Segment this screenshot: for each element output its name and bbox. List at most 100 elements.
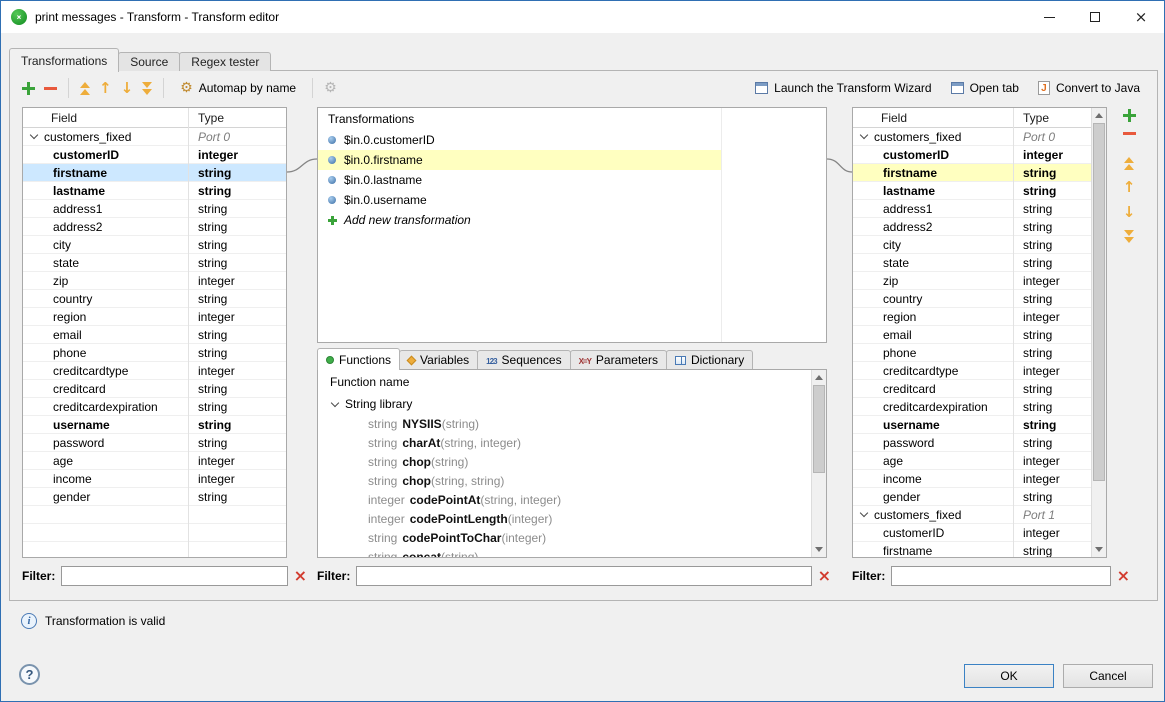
function-item[interactable]: integercodePointAt(string, integer): [318, 490, 826, 509]
chevron-down-icon[interactable]: [30, 131, 38, 139]
table-row[interactable]: creditcardstring: [853, 380, 1106, 398]
table-row[interactable]: usernamestring: [23, 416, 286, 434]
function-item[interactable]: stringconcat(string): [318, 547, 826, 558]
tree-node-port0[interactable]: customers_fixed Port 0: [853, 128, 1106, 146]
clear-filter-icon[interactable]: ×: [294, 568, 307, 584]
scroll-up-icon[interactable]: [812, 370, 826, 385]
transformation-item[interactable]: $in.0.username: [318, 190, 826, 210]
function-item[interactable]: stringNYSIIS(string): [318, 414, 826, 433]
transformation-item[interactable]: $in.0.customerID: [318, 130, 826, 150]
move-top-icon[interactable]: [1124, 157, 1134, 170]
table-row[interactable]: citystring: [23, 236, 286, 254]
tab-regex-tester[interactable]: Regex tester: [179, 52, 271, 71]
tab-variables[interactable]: Variables: [399, 350, 478, 369]
table-row[interactable]: citystring: [853, 236, 1106, 254]
table-row[interactable]: creditcardtypeinteger: [23, 362, 286, 380]
table-row[interactable]: customerIDinteger: [853, 146, 1106, 164]
table-row[interactable]: phonestring: [23, 344, 286, 362]
table-row[interactable]: lastnamestring: [23, 182, 286, 200]
maximize-button[interactable]: [1072, 1, 1118, 33]
chevron-down-icon[interactable]: [860, 509, 868, 517]
table-row[interactable]: creditcardstring: [23, 380, 286, 398]
open-tab-button[interactable]: Open tab: [946, 79, 1024, 97]
automap-button[interactable]: ⚙ Automap by name: [175, 79, 301, 97]
tab-sequences[interactable]: Sequences: [477, 350, 570, 369]
move-top-icon[interactable]: [80, 82, 90, 95]
table-row[interactable]: emailstring: [853, 326, 1106, 344]
scroll-down-icon[interactable]: [812, 542, 826, 557]
transformation-item[interactable]: $in.0.lastname: [318, 170, 826, 190]
table-row[interactable]: customerIDinteger: [853, 524, 1106, 542]
table-row[interactable]: address2string: [853, 218, 1106, 236]
remove-field-icon[interactable]: [1123, 132, 1136, 135]
table-row[interactable]: address1string: [23, 200, 286, 218]
transformation-item-highlighted[interactable]: $in.0.firstname: [318, 150, 826, 170]
table-row[interactable]: firstnamestring: [853, 542, 1106, 558]
help-button[interactable]: ?: [19, 664, 40, 685]
scroll-down-icon[interactable]: [1092, 542, 1106, 557]
tree-node-port1[interactable]: customers_fixed Port 1: [853, 506, 1106, 524]
table-row[interactable]: incomeinteger: [853, 470, 1106, 488]
table-row[interactable]: ageinteger: [853, 452, 1106, 470]
function-item[interactable]: stringchop(string): [318, 452, 826, 471]
ok-button[interactable]: OK: [964, 664, 1054, 688]
table-row[interactable]: statestring: [23, 254, 286, 272]
close-button[interactable]: ×: [1118, 1, 1164, 33]
table-row[interactable]: phonestring: [853, 344, 1106, 362]
filter-input[interactable]: [356, 566, 811, 586]
table-row[interactable]: emailstring: [23, 326, 286, 344]
table-row[interactable]: usernamestring: [853, 416, 1106, 434]
function-item[interactable]: stringcodePointToChar(integer): [318, 528, 826, 547]
scroll-up-icon[interactable]: [1092, 108, 1106, 123]
clear-filter-icon[interactable]: ×: [1117, 568, 1130, 584]
move-up-icon[interactable]: ↑: [1123, 180, 1136, 195]
table-row[interactable]: genderstring: [23, 488, 286, 506]
table-row[interactable]: countrystring: [853, 290, 1106, 308]
table-row[interactable]: regioninteger: [853, 308, 1106, 326]
table-row[interactable]: creditcardexpirationstring: [23, 398, 286, 416]
table-row[interactable]: regioninteger: [23, 308, 286, 326]
tab-source[interactable]: Source: [118, 52, 180, 71]
table-row[interactable]: creditcardtypeinteger: [853, 362, 1106, 380]
move-bottom-icon[interactable]: [142, 82, 152, 95]
tab-functions[interactable]: Functions: [317, 348, 400, 370]
tree-node-port0[interactable]: customers_fixed Port 0: [23, 128, 286, 146]
table-row[interactable]: passwordstring: [23, 434, 286, 452]
table-row[interactable]: ageinteger: [23, 452, 286, 470]
add-icon[interactable]: [22, 82, 35, 95]
function-item[interactable]: integercodePointLength(integer): [318, 509, 826, 528]
chevron-down-icon[interactable]: [860, 131, 868, 139]
function-library-group[interactable]: String library: [318, 394, 826, 414]
table-row[interactable]: creditcardexpirationstring: [853, 398, 1106, 416]
move-bottom-icon[interactable]: [1124, 230, 1134, 243]
move-up-icon[interactable]: ↑: [99, 81, 112, 96]
function-item[interactable]: stringchop(string, string): [318, 471, 826, 490]
filter-input[interactable]: [891, 566, 1110, 586]
table-row[interactable]: address2string: [23, 218, 286, 236]
table-row-highlighted[interactable]: firstnamestring: [853, 164, 1106, 182]
scrollbar-thumb[interactable]: [813, 385, 825, 473]
minimize-button[interactable]: [1026, 1, 1072, 33]
table-row[interactable]: customerIDinteger: [23, 146, 286, 164]
table-row[interactable]: zipinteger: [853, 272, 1106, 290]
cancel-button[interactable]: Cancel: [1063, 664, 1153, 688]
table-row[interactable]: lastnamestring: [853, 182, 1106, 200]
table-row[interactable]: address1string: [853, 200, 1106, 218]
clear-filter-icon[interactable]: ×: [818, 568, 831, 584]
move-down-icon[interactable]: ↓: [121, 81, 134, 96]
launch-wizard-button[interactable]: Launch the Transform Wizard: [750, 79, 936, 97]
convert-to-java-button[interactable]: Convert to Java: [1033, 79, 1145, 97]
table-row[interactable]: incomeinteger: [23, 470, 286, 488]
add-new-transformation[interactable]: Add new transformation: [318, 210, 826, 230]
add-field-icon[interactable]: [1123, 109, 1136, 122]
tab-parameters[interactable]: Parameters: [570, 350, 667, 369]
table-row[interactable]: genderstring: [853, 488, 1106, 506]
output-scrollbar[interactable]: [1091, 108, 1106, 557]
table-row-selected[interactable]: firstnamestring: [23, 164, 286, 182]
table-row[interactable]: passwordstring: [853, 434, 1106, 452]
table-row[interactable]: countrystring: [23, 290, 286, 308]
chevron-down-icon[interactable]: [331, 398, 339, 406]
remove-icon[interactable]: [44, 87, 57, 90]
scrollbar-thumb[interactable]: [1093, 123, 1105, 481]
function-item[interactable]: stringcharAt(string, integer): [318, 433, 826, 452]
